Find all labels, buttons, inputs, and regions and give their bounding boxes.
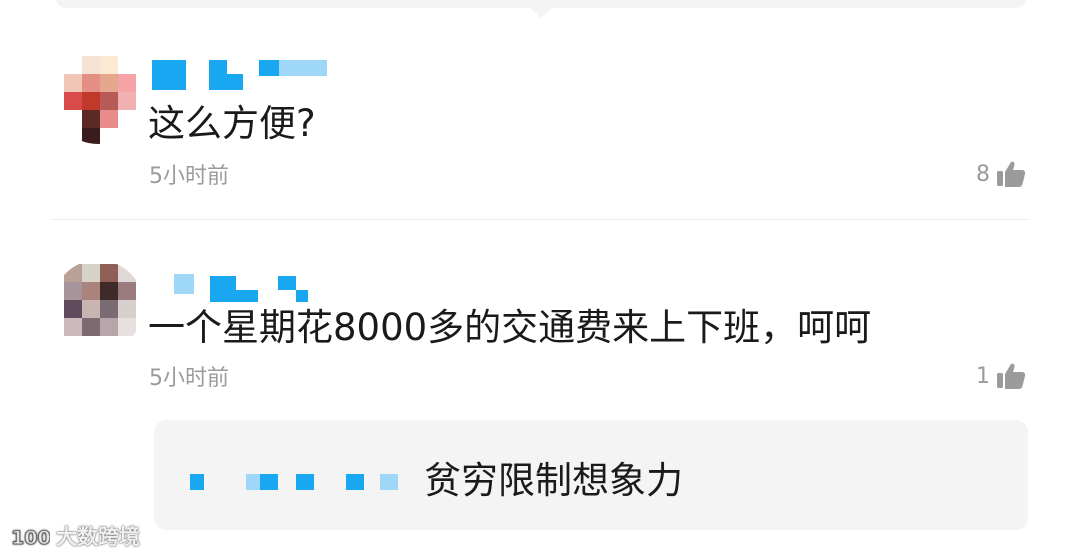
- thumbs-up-icon: [997, 161, 1026, 187]
- quoted-card-notch: [528, 6, 554, 18]
- comment-item[interactable]: 一个星期花8000多的交通费来上下班，呵呵 5小时前 1: [0, 250, 1080, 420]
- like-count: 8: [976, 161, 990, 187]
- avatar[interactable]: [52, 260, 144, 352]
- reply-preview[interactable]: 贫穷限制想象力: [154, 420, 1028, 530]
- comment-timestamp: 5小时前: [149, 164, 229, 189]
- comment-text: 一个星期花8000多的交通费来上下班，呵呵: [148, 306, 872, 349]
- watermark: 100 大数跨境: [10, 521, 140, 551]
- like-button[interactable]: 8: [976, 160, 1026, 188]
- comment-item[interactable]: 这么方便? 5小时前 8: [0, 40, 1080, 220]
- like-button[interactable]: 1: [976, 362, 1026, 390]
- comment-divider: [52, 219, 1028, 220]
- reply-text: 贫穷限制想象力: [424, 459, 683, 502]
- comment-timestamp: 5小时前: [149, 366, 229, 391]
- avatar-pixelated: [64, 264, 136, 336]
- avatar-pixelated: [64, 56, 136, 144]
- thumbs-up-icon: [997, 363, 1026, 389]
- like-count: 1: [976, 363, 990, 389]
- svg-text:100: 100: [11, 527, 50, 549]
- comment-text: 这么方便?: [148, 102, 316, 145]
- brand-logo-icon: 100: [11, 527, 50, 549]
- avatar[interactable]: [52, 52, 144, 144]
- watermark-text: 大数跨境: [56, 525, 140, 549]
